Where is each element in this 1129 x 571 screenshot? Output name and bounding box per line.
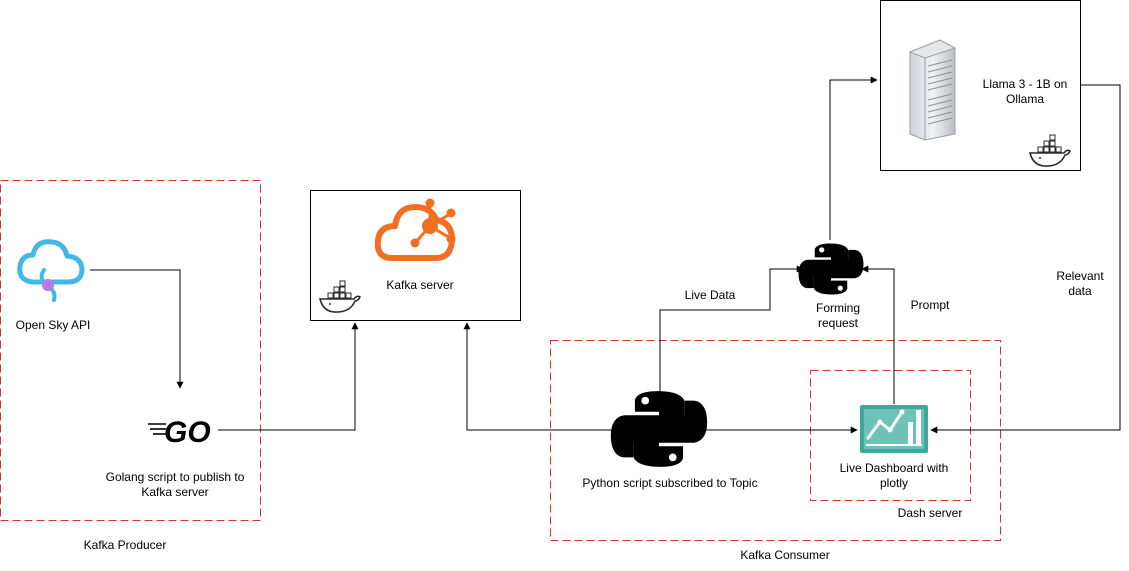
dashboard-chart-icon [860, 405, 928, 453]
server-rack-icon [908, 39, 957, 141]
kafka-producer-label: Kafka Producer [83, 538, 167, 552]
golang-script-label: Golang script to publish to Kafka server [105, 470, 245, 499]
edge-forming-to-llama [829, 76, 878, 240]
live-dashboard-label: Live Dashboard with plotly [839, 461, 949, 490]
golang-logo-text: GO [164, 416, 211, 449]
open-sky-cloud-icon [17, 239, 85, 302]
python-logo-icon-subscriber [610, 391, 708, 467]
prompt-label: Prompt [910, 298, 950, 312]
edge-python-to-kafka [463, 322, 620, 431]
llama-label: Llama 3 - 1B on Ollama [982, 77, 1068, 106]
open-sky-api-label: Open Sky API [15, 318, 91, 332]
golang-logo-icon: GO [148, 416, 211, 449]
python-subscriber-label: Python script subscribed to Topic [582, 476, 758, 490]
edge-dashboard-to-forming [861, 265, 895, 404]
edge-golang-to-kafka [218, 322, 359, 431]
relevant-data-label: Relevant data [1056, 269, 1104, 298]
kafka-server-label: Kafka server [386, 278, 454, 292]
kafka-consumer-label: Kafka Consumer [740, 548, 830, 562]
forming-request-label: Forming request [815, 301, 860, 330]
python-logo-icon-forming [798, 243, 864, 295]
live-data-label: Live Data [684, 288, 736, 302]
dash-server-label: Dash server [897, 506, 963, 520]
